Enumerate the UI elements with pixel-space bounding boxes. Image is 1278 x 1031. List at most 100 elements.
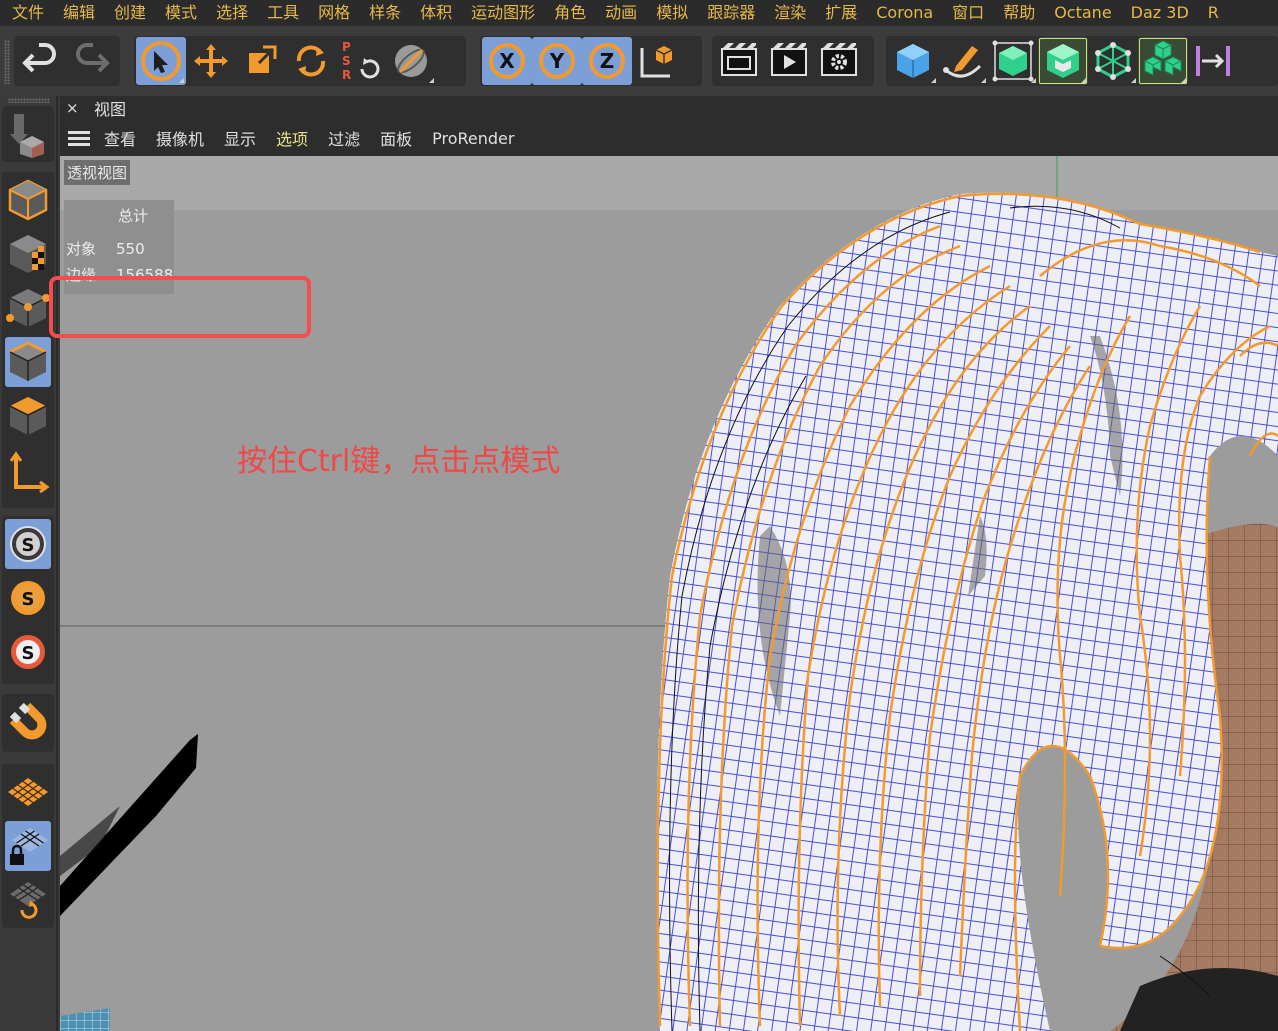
workplane-lock-button[interactable] — [5, 821, 51, 871]
viewport-title-bar: × 视图 — [60, 96, 1278, 120]
solo-button[interactable]: S — [5, 627, 51, 677]
workplane-align-button[interactable] — [5, 875, 51, 925]
scale-button[interactable] — [236, 37, 286, 85]
svg-text:S: S — [22, 535, 35, 556]
z-axis-lock-icon: Z — [589, 43, 625, 79]
rotate-button[interactable] — [286, 37, 336, 85]
render-settings-icon — [821, 43, 857, 76]
make-editable-icon — [10, 114, 44, 158]
extrude-button[interactable] — [1038, 37, 1088, 85]
scale-icon — [249, 45, 277, 73]
extrude-icon — [1047, 44, 1079, 78]
viewport-menu-options[interactable]: 选项 — [276, 126, 308, 150]
menu-select[interactable]: 选择 — [206, 3, 257, 23]
render-settings-button[interactable] — [814, 37, 864, 85]
palette-group-workplane — [2, 764, 54, 928]
menu-tracker[interactable]: 跟踪器 — [697, 3, 764, 23]
axis-mode-button[interactable] — [5, 448, 51, 498]
menu-tools[interactable]: 工具 — [257, 3, 308, 23]
menu-spline[interactable]: 样条 — [359, 3, 410, 23]
menu-help[interactable]: 帮助 — [993, 3, 1044, 23]
viewport-menu-cameras[interactable]: 摄像机 — [156, 126, 204, 150]
y-axis-lock-icon: Y — [539, 43, 575, 79]
svg-text:S: S — [22, 589, 35, 610]
cube-button[interactable] — [888, 37, 938, 85]
palette-grip[interactable] — [8, 98, 50, 103]
voxel-button[interactable] — [1138, 37, 1188, 85]
live-selection-button[interactable] — [136, 37, 186, 85]
menu-create[interactable]: 创建 — [104, 3, 155, 23]
make-editable-button[interactable] — [5, 109, 51, 159]
redo-button[interactable] — [66, 37, 116, 85]
menu-mesh[interactable]: 网格 — [308, 3, 359, 23]
menu-animate[interactable]: 动画 — [595, 3, 646, 23]
snap-icon: S — [10, 526, 46, 562]
symmetry-button[interactable] — [1188, 37, 1238, 85]
axis-group: X Y Z — [480, 36, 702, 86]
symmetry-icon — [1196, 46, 1230, 76]
menu-simulate[interactable]: 模拟 — [646, 3, 697, 23]
render-region-button[interactable] — [714, 37, 764, 85]
magnet-button[interactable] — [5, 698, 51, 748]
svg-text:S: S — [342, 54, 351, 68]
viewport-menu-filter[interactable]: 过滤 — [328, 126, 360, 150]
edge-mode-button[interactable] — [5, 337, 51, 387]
menu-volume[interactable]: 体积 — [410, 3, 461, 23]
render-group — [712, 36, 874, 86]
solo-icon: S — [11, 635, 45, 669]
workplane-button[interactable] — [5, 767, 51, 817]
menu-character[interactable]: 角色 — [544, 3, 595, 23]
subdivision-button[interactable] — [988, 37, 1038, 85]
psr-reset-button[interactable]: PSR — [336, 37, 386, 85]
z-axis-lock-button[interactable]: Z — [582, 37, 632, 85]
viewport-menu-display[interactable]: 显示 — [224, 126, 256, 150]
menu-more[interactable]: R — [1198, 3, 1228, 23]
snap-settings-icon: S — [11, 581, 45, 615]
polygon-mode-icon — [9, 397, 47, 435]
coordinate-system-button[interactable] — [386, 37, 436, 85]
pen-button[interactable] — [938, 37, 988, 85]
hud-row-value: 550 — [116, 240, 145, 258]
menu-daz3d[interactable]: Daz 3D — [1121, 3, 1198, 23]
viewport-menu-panel[interactable]: 面板 — [380, 126, 412, 150]
world-coordinates-button[interactable] — [632, 37, 682, 85]
render-view-button[interactable] — [764, 37, 814, 85]
menu-extensions[interactable]: 扩展 — [815, 3, 866, 23]
palette-group-modes — [2, 172, 54, 508]
mograph-cloner-icon — [1095, 42, 1131, 80]
menu-render[interactable]: 渲染 — [764, 3, 815, 23]
camera-label[interactable]: 透视视图 — [64, 160, 131, 185]
viewport-close-button[interactable]: × — [66, 99, 84, 117]
undo-icon — [22, 43, 56, 73]
model-mode-button[interactable] — [5, 175, 51, 225]
mograph-cloner-button[interactable] — [1088, 37, 1138, 85]
menu-file[interactable]: 文件 — [0, 3, 53, 23]
history-group — [14, 36, 120, 86]
viewport-menu-view[interactable]: 查看 — [104, 126, 136, 150]
menu-octane[interactable]: Octane — [1044, 3, 1120, 23]
menu-mode[interactable]: 模式 — [155, 3, 206, 23]
menu-window[interactable]: 窗口 — [942, 3, 993, 23]
viewport-menu-prorender[interactable]: ProRender — [432, 129, 514, 148]
render-region-icon — [721, 43, 757, 76]
texture-mode-button[interactable] — [5, 229, 51, 279]
viewport-menu-bar: 查看 摄像机 显示 选项 过滤 面板 ProRender — [60, 120, 1278, 156]
snap-button[interactable]: S — [5, 519, 51, 569]
y-axis-lock-button[interactable]: Y — [532, 37, 582, 85]
x-axis-lock-button[interactable]: X — [482, 37, 532, 85]
menu-edit[interactable]: 编辑 — [53, 3, 104, 23]
svg-text:Y: Y — [549, 49, 565, 73]
svg-text:R: R — [342, 68, 351, 82]
undo-button[interactable] — [16, 37, 66, 85]
hamburger-menu-icon[interactable] — [68, 128, 90, 149]
main-toolbar: PSR X Y Z — [0, 26, 1278, 97]
snap-settings-button[interactable]: S — [5, 573, 51, 623]
menu-corona[interactable]: Corona — [866, 3, 942, 23]
polygon-mode-button[interactable] — [5, 391, 51, 441]
point-mode-button[interactable] — [5, 283, 51, 333]
menu-mograph[interactable]: 运动图形 — [461, 3, 544, 23]
coordinate-system-icon — [395, 45, 427, 77]
toolbar-grip[interactable] — [4, 40, 10, 84]
move-button[interactable] — [186, 37, 236, 85]
transform-group: PSR — [134, 36, 466, 86]
